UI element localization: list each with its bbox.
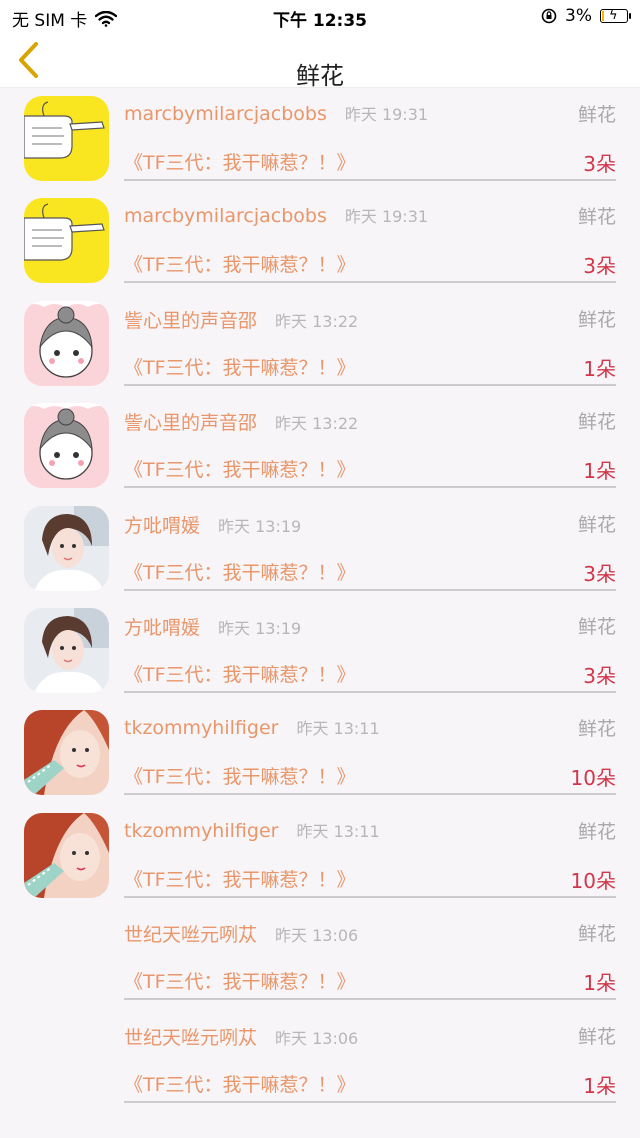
gift-count: 3朵 [583,254,616,279]
list-item[interactable]: 方吡喟媛 昨天 13:19 鲜花 《TF三代：我干嘛惹？！》 3朵 [0,602,640,704]
list-item[interactable]: 訾心里的声音邵 昨天 13:22 鲜花 《TF三代：我干嘛惹？！》 1朵 [0,295,640,397]
battery-percent: 3% [565,6,592,26]
divider [124,793,616,796]
timestamp: 昨天 13:22 [275,311,359,331]
avatar[interactable] [24,812,109,898]
gift-count: 10朵 [570,766,616,791]
timestamp: 昨天 19:31 [344,105,429,124]
timestamp: 昨天 13:06 [275,1028,359,1048]
avatar[interactable] [24,96,109,181]
gift-type: 鲜花 [577,104,616,126]
gift-type: 鲜花 [577,411,616,434]
gift-count: 10朵 [570,868,616,893]
gift-type: 鲜花 [577,308,616,331]
username: tkzommyhilfiger 昨天 13:11 [124,819,380,842]
gift-type: 鲜花 [577,206,616,229]
list-item[interactable]: 世纪天咝元咧苁 昨天 13:06 鲜花 《TF三代：我干嘛惹？！》 1朵 [0,909,640,1011]
gift-count: 3朵 [583,561,616,586]
divider [124,998,616,1001]
gift-type: 鲜花 [577,923,616,946]
gift-count: 3朵 [583,152,616,176]
timestamp: 昨天 13:11 [296,821,380,841]
book-title: 《TF三代：我干嘛惹？！》 [124,766,356,789]
username: 方吡喟媛 昨天 13:19 [124,514,302,537]
avatar[interactable] [24,403,109,489]
gift-count: 1朵 [583,459,616,484]
avatar[interactable] [24,300,109,386]
username: 方吡喟媛 昨天 13:19 [124,616,302,639]
book-title: 《TF三代：我干嘛惹？！》 [124,356,356,379]
username: tkzommyhilfiger 昨天 13:11 [124,717,380,740]
book-title: 《TF三代：我干嘛惹？！》 [124,152,356,174]
divider [124,690,616,693]
avatar[interactable] [24,505,109,591]
gift-type: 鲜花 [577,820,616,843]
divider [124,383,616,386]
divider [124,486,616,489]
gift-count: 3朵 [583,663,616,688]
status-bar: 无 SIM 卡 下午 12:35 3% ϟ [0,0,640,34]
list-item[interactable]: marcbymilarcjacbobs 昨天 19:31 鲜花 《TF三代：我干嘛… [0,192,640,294]
page-title: 鲜花 [296,62,344,90]
divider [124,281,616,284]
divider [124,588,616,591]
timestamp: 昨天 13:06 [275,926,359,946]
timestamp: 昨天 13:19 [218,516,302,536]
gift-type: 鲜花 [577,718,616,741]
timestamp: 昨天 13:11 [296,719,380,739]
book-title: 《TF三代：我干嘛惹？！》 [124,459,356,482]
battery-level [602,11,604,21]
book-title: 《TF三代：我干嘛惹？！》 [124,1073,356,1096]
timestamp: 昨天 19:31 [344,207,429,227]
gift-count: 1朵 [583,1073,616,1098]
list-item[interactable]: marcbymilarcjacbobs 昨天 19:31 鲜花 《TF三代：我干嘛… [0,90,640,192]
status-right: 3% ϟ [541,6,631,26]
username: marcbymilarcjacbobs 昨天 19:31 [124,103,429,125]
list-item[interactable]: 世纪天咝元咧苁 昨天 13:06 鲜花 《TF三代：我干嘛惹？！》 1朵 [0,1012,640,1114]
username: 世纪天咝元咧苁 昨天 13:06 [124,924,359,947]
username: 世纪天咝元咧苁 昨天 13:06 [124,1026,359,1049]
avatar[interactable] [24,198,109,284]
nav-bar: 鲜花 [0,34,640,90]
gift-type: 鲜花 [577,615,616,638]
book-title: 《TF三代：我干嘛惹？！》 [124,663,356,686]
username: marcbymilarcjacbobs 昨天 19:31 [124,205,429,228]
username: 訾心里的声音邵 昨天 13:22 [124,309,359,332]
battery-icon: ϟ [600,8,631,23]
charging-bolt-icon: ϟ [609,8,618,23]
book-title: 《TF三代：我干嘛惹？！》 [124,868,356,891]
list-item[interactable]: 方吡喟媛 昨天 13:19 鲜花 《TF三代：我干嘛惹？！》 3朵 [0,500,640,602]
gift-type: 鲜花 [577,513,616,536]
book-title: 《TF三代：我干嘛惹？！》 [124,561,356,584]
list-item[interactable]: tkzommyhilfiger 昨天 13:11 鲜花 《TF三代：我干嘛惹？！》… [0,807,640,909]
gift-count: 1朵 [583,356,616,381]
timestamp: 昨天 13:22 [275,414,359,434]
gift-count: 1朵 [583,971,616,996]
book-title: 《TF三代：我干嘛惹？！》 [124,971,356,994]
username: 訾心里的声音邵 昨天 13:22 [124,412,359,435]
gift-list: marcbymilarcjacbobs 昨天 19:31 鲜花 《TF三代：我干嘛… [0,90,640,1114]
divider [124,1100,616,1103]
divider [124,179,616,181]
avatar[interactable] [24,607,109,693]
list-item[interactable]: 訾心里的声音邵 昨天 13:22 鲜花 《TF三代：我干嘛惹？！》 1朵 [0,397,640,499]
timestamp: 昨天 13:19 [218,618,302,638]
book-title: 《TF三代：我干嘛惹？！》 [124,254,356,277]
gift-type: 鲜花 [577,1025,616,1048]
list-item[interactable]: tkzommyhilfiger 昨天 13:11 鲜花 《TF三代：我干嘛惹？！》… [0,704,640,806]
avatar[interactable] [24,710,109,796]
rotation-lock-icon [541,8,557,24]
divider [124,895,616,898]
